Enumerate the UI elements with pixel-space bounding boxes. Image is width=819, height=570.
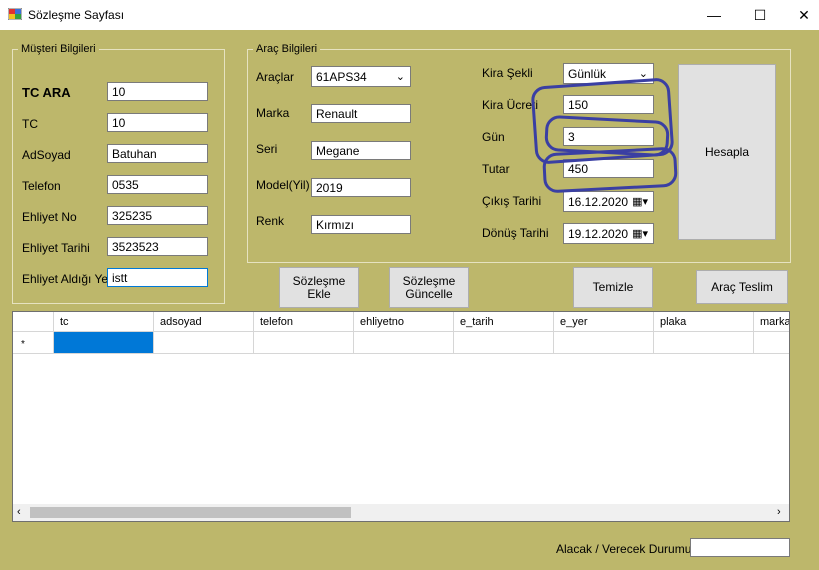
grid-cell[interactable]: [754, 332, 789, 354]
chevron-down-icon: ⌄: [395, 71, 405, 83]
column-header-tc[interactable]: tc: [54, 312, 154, 332]
minimize-icon: —: [707, 7, 721, 23]
ehliyet-tarihi-label: Ehliyet Tarihi: [22, 241, 90, 255]
minimize-button[interactable]: —: [691, 0, 737, 30]
arac-group-label: Araç Bilgileri: [253, 43, 321, 55]
grid-cell[interactable]: [654, 332, 754, 354]
alacak-verecek-label: Alacak / Verecek Durumu: [556, 542, 692, 556]
tc-label: TC: [22, 117, 38, 131]
seri-label: Seri: [256, 142, 278, 156]
cikis-tarihi-picker[interactable]: 16.12.2020 ▦▾: [563, 191, 654, 212]
tutar-label: Tutar: [482, 162, 510, 176]
annotation-circle: [542, 146, 678, 194]
sozlesme-guncelle-button[interactable]: Sözleşme Güncelle: [389, 267, 469, 308]
scroll-left-icon[interactable]: ‹: [17, 506, 21, 518]
column-header-e-yer[interactable]: e_yer: [554, 312, 654, 332]
column-header-telefon[interactable]: telefon: [254, 312, 354, 332]
donus-tarihi-label: Dönüş Tarihi: [482, 226, 549, 240]
tc-ara-input[interactable]: 10: [107, 82, 208, 101]
sozlesme-guncelle-label-2: Güncelle: [405, 286, 453, 301]
kira-sekli-value: Günlük: [568, 67, 607, 81]
grid-cell[interactable]: [354, 332, 454, 354]
column-header-adsoyad[interactable]: adsoyad: [154, 312, 254, 332]
sozlesme-ekle-label-2: Ekle: [307, 286, 331, 301]
tc-input[interactable]: 10: [107, 113, 208, 132]
column-header-e-tarih[interactable]: e_tarih: [454, 312, 554, 332]
scrollbar-thumb[interactable]: [30, 507, 351, 518]
marka-label: Marka: [256, 106, 290, 120]
scroll-right-icon[interactable]: ›: [777, 506, 781, 518]
seri-input[interactable]: Megane: [311, 141, 411, 160]
maximize-button[interactable]: ☐: [737, 0, 783, 30]
alacak-verecek-input[interactable]: [690, 538, 790, 557]
donus-tarihi-picker[interactable]: 19.12.2020 ▦▾: [563, 223, 654, 244]
renk-label: Renk: [256, 214, 285, 228]
column-header-ehliyetno[interactable]: ehliyetno: [354, 312, 454, 332]
musteri-group-label: Müşteri Bilgileri: [18, 43, 99, 55]
cikis-tarihi-value: 16.12.2020: [568, 195, 629, 209]
grid-cell[interactable]: [454, 332, 554, 354]
kira-ucreti-label: Kira Ücreti: [482, 98, 539, 112]
close-icon: ✕: [798, 6, 810, 23]
window-title: Sözleşme Sayfası: [28, 8, 125, 22]
temizle-button[interactable]: Temizle: [573, 267, 653, 308]
row-header-corner: [13, 312, 54, 332]
ehliyet-yer-input[interactable]: istt: [107, 268, 208, 287]
tc-ara-label: TC ARA: [22, 85, 71, 100]
adsoyad-label: AdSoyad: [22, 148, 71, 162]
grid-cell-selected[interactable]: [54, 332, 154, 354]
new-row-marker: *: [13, 332, 54, 354]
model-input[interactable]: 2019: [311, 178, 411, 197]
arac-teslim-button[interactable]: Araç Teslim: [696, 270, 788, 304]
maximize-icon: ☐: [753, 6, 767, 23]
data-grid[interactable]: tc adsoyad telefon ehliyetno e_tarih e_y…: [12, 311, 790, 522]
renk-input[interactable]: Kırmızı: [311, 215, 411, 234]
column-header-marka[interactable]: marka: [754, 312, 789, 332]
sozlesme-ekle-label-1: Sözleşme: [292, 273, 346, 288]
hesapla-button[interactable]: Hesapla: [678, 64, 776, 240]
gun-label: Gün: [482, 130, 505, 144]
ehliyet-yer-label: Ehliyet Aldığı Yer: [22, 272, 113, 286]
grid-cell[interactable]: [254, 332, 354, 354]
calendar-icon: ▦▾: [632, 196, 648, 208]
horizontal-scrollbar[interactable]: ‹ ›: [13, 504, 789, 521]
araclar-select[interactable]: 61APS34 ⌄: [311, 66, 411, 87]
sozlesme-guncelle-label-1: Sözleşme: [402, 273, 456, 288]
ehliyet-tarihi-input[interactable]: 3523523: [107, 237, 208, 256]
model-label: Model(Yil): [256, 178, 310, 192]
column-header-plaka[interactable]: plaka: [654, 312, 754, 332]
araclar-label: Araçlar: [256, 70, 295, 84]
marka-input[interactable]: Renault: [311, 104, 411, 123]
adsoyad-input[interactable]: Batuhan: [107, 144, 208, 163]
app-icon: [8, 8, 22, 20]
grid-cell[interactable]: [154, 332, 254, 354]
cikis-tarihi-label: Çıkış Tarihi: [482, 194, 542, 208]
sozlesme-ekle-button[interactable]: Sözleşme Ekle: [279, 267, 359, 308]
donus-tarihi-value: 19.12.2020: [568, 227, 629, 241]
calendar-icon: ▦▾: [632, 228, 648, 240]
ehliyet-no-input[interactable]: 325235: [107, 206, 208, 225]
close-button[interactable]: ✕: [781, 0, 819, 30]
telefon-input[interactable]: 0535: [107, 175, 208, 194]
araclar-value: 61APS34: [316, 70, 367, 84]
telefon-label: Telefon: [22, 179, 61, 193]
ehliyet-no-label: Ehliyet No: [22, 210, 77, 224]
grid-cell[interactable]: [554, 332, 654, 354]
kira-sekli-label: Kira Şekli: [482, 66, 533, 80]
